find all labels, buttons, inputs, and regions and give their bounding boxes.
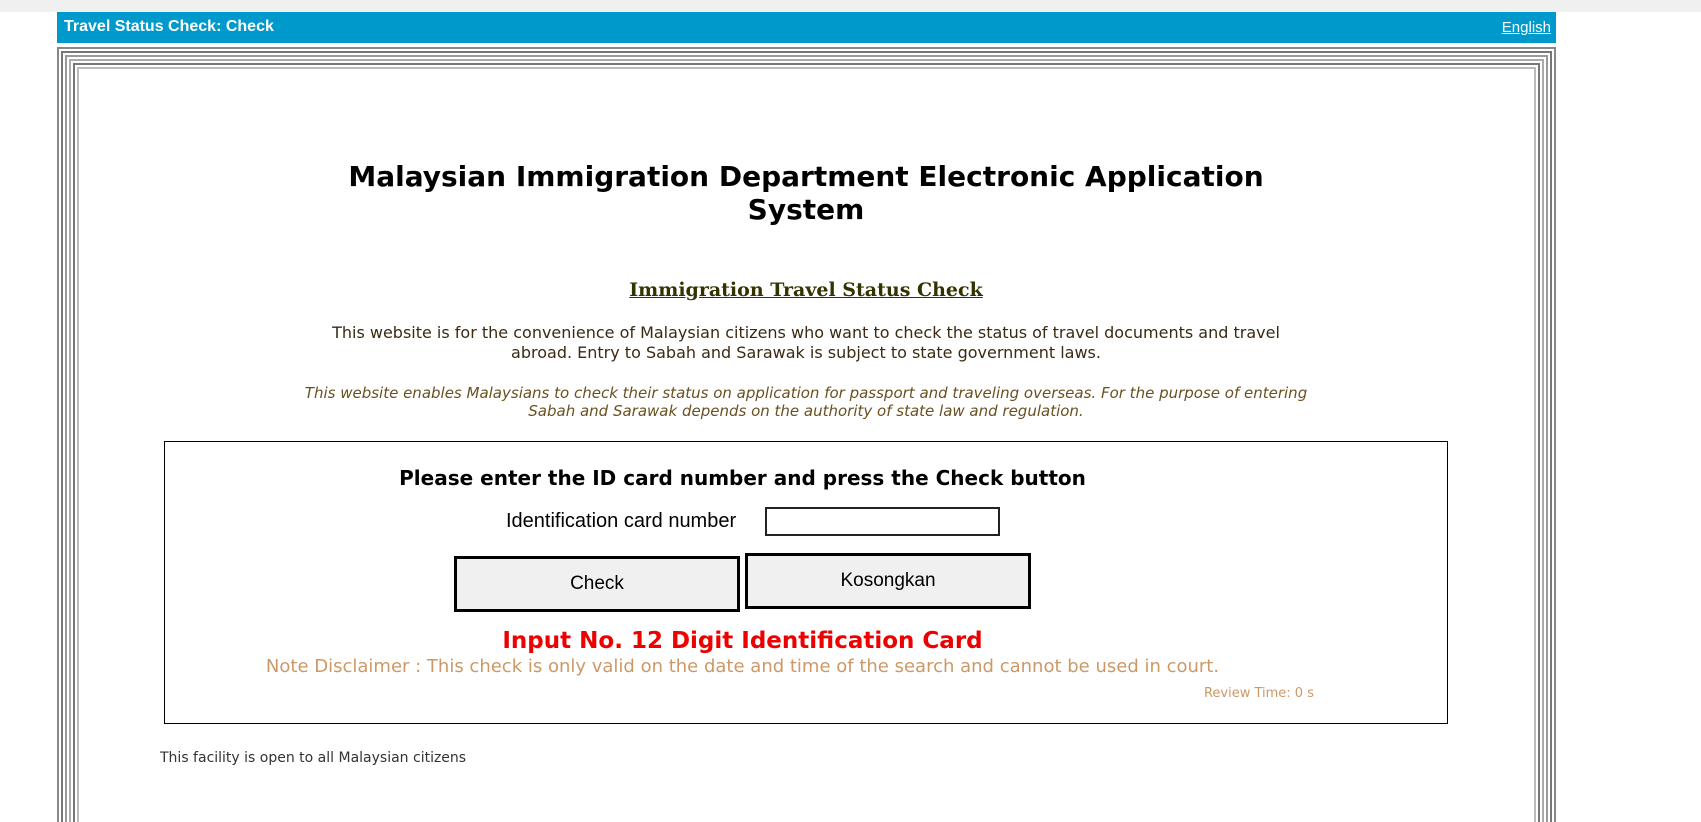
clear-button[interactable]: Kosongkan xyxy=(745,553,1031,609)
footer-text: This facility is open to all Malaysian c… xyxy=(160,750,467,766)
id-card-input[interactable] xyxy=(765,507,1000,536)
description-alt-text: This website enables Malaysians to check… xyxy=(304,384,1308,420)
id-card-label: Identification card number xyxy=(506,510,737,532)
review-time: Review Time: 0 s xyxy=(1203,686,1314,701)
status-check-form: Please enter the ID card number and pres… xyxy=(164,441,1448,724)
page-header-title: Travel Status Check: Check xyxy=(64,18,274,35)
disclaimer-text: Note Disclaimer : This check is only val… xyxy=(265,656,1220,677)
form-prompt: Please enter the ID card number and pres… xyxy=(399,466,1086,490)
description-text: This website is for the convenience of M… xyxy=(332,323,1280,362)
right-margin xyxy=(1556,12,1701,822)
page-title: Malaysian Immigration Department Electro… xyxy=(348,160,1264,226)
top-strip xyxy=(0,0,1701,12)
language-link[interactable]: English xyxy=(1502,19,1551,36)
title-bar: Travel Status Check: Check English xyxy=(57,12,1556,43)
page-subtitle: Immigration Travel Status Check xyxy=(629,279,983,301)
check-button[interactable]: Check xyxy=(454,556,740,612)
validation-error: Input No. 12 Digit Identification Card xyxy=(502,628,983,654)
